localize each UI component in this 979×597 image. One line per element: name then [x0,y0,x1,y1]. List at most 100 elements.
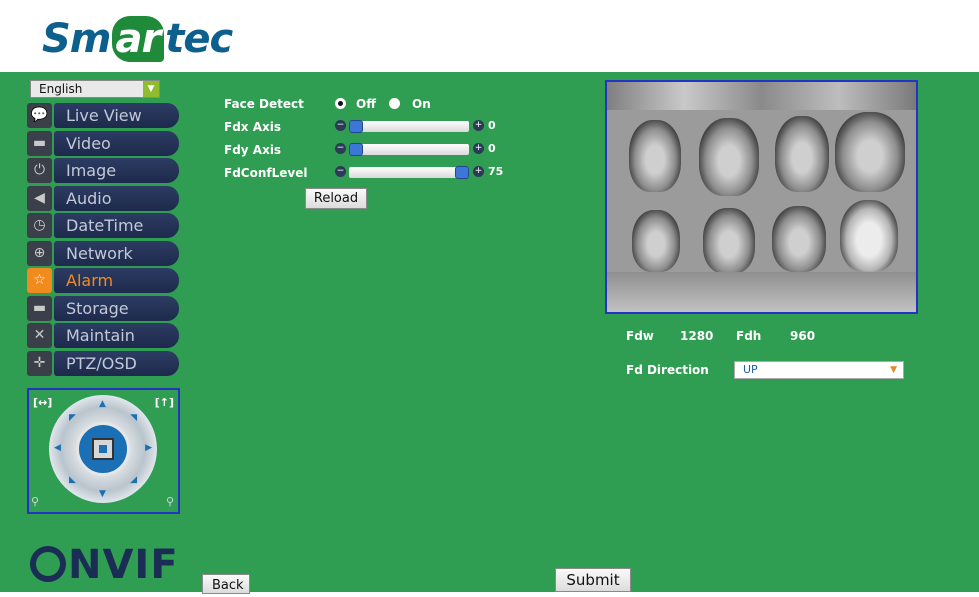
preview-face [775,116,829,192]
fdh-label: Fdh [736,329,762,343]
sidebar-item-maintain[interactable]: ✕ Maintain [27,323,179,348]
video-preview [605,80,918,314]
preview-face [632,210,680,272]
slider-thumb[interactable] [349,143,363,156]
preview-face [835,112,905,192]
minus-icon[interactable]: − [335,120,346,131]
stop-icon [92,438,114,460]
star-icon: ☆ [27,268,52,293]
sidebar-item-live-view[interactable]: 💬 Live View [27,103,179,128]
fd-conf-level-label: FdConfLevel [224,166,308,180]
minus-icon[interactable]: − [335,143,346,154]
slider-track[interactable] [349,167,469,178]
fdy-axis-label: Fdy Axis [224,143,282,157]
submit-button[interactable]: Submit [555,568,631,592]
arrow-up-right-icon[interactable]: ◥ [130,413,137,423]
face-detect-off-radio[interactable] [335,98,346,109]
home-icon[interactable]: [↑] [155,396,174,409]
arrow-up-left-icon[interactable]: ◤ [69,413,76,423]
crosshair-icon: ✛ [27,350,52,376]
arrow-down-left-icon[interactable]: ◣ [69,475,76,485]
preview-face [840,200,898,272]
slider-track[interactable] [349,121,469,132]
preview-face [629,120,681,192]
arrow-down-right-icon[interactable]: ◢ [130,475,137,485]
speaker-icon: ◀ [27,185,52,211]
preview-face [703,208,755,274]
header: Sm ar tec [0,0,979,72]
onvif-logo: NVIF [30,542,179,588]
sidebar-item-label: Network [54,240,179,266]
ptz-control: [↔] [↑] ⚲ ⚲ ▲ ▼ ◀ ▶ ◤ ◥ ◣ ◢ [27,388,180,514]
sidebar-item-label: Alarm [54,268,179,293]
fdy-axis-value: 0 [488,142,496,155]
fd-direction-select[interactable]: UP ▼ [734,361,904,379]
tools-icon: ✕ [27,323,52,348]
auto-pan-icon[interactable]: [↔] [33,396,52,409]
zoom-out-icon[interactable]: ⚲ [31,495,39,508]
onvif-logo-text: NVIF [68,542,179,588]
zoom-in-icon[interactable]: ⚲ [166,495,174,508]
sidebar-item-label: DateTime [54,213,179,238]
back-button[interactable]: Back [202,574,250,594]
preview-top-row [607,82,916,110]
globe-icon: ⊕ [27,240,52,266]
sidebar-item-label: Storage [54,295,179,321]
slider-track[interactable] [349,144,469,155]
fd-conf-level-value: 75 [488,165,504,178]
sidebar-item-label: Video [54,130,179,156]
slider-thumb[interactable] [455,166,469,179]
drive-icon: ▬ [27,295,52,321]
sidebar-item-label: Image [54,158,179,183]
sidebar-item-label: Live View [54,103,179,128]
preview-face [772,206,826,272]
preview-face [699,118,759,196]
fdw-value: 1280 [680,329,714,343]
arrow-down-icon[interactable]: ▼ [99,489,106,499]
fd-direction-selected: UP [743,363,758,376]
sidebar-item-image[interactable]: ⏻ Image [27,158,179,183]
clock-icon: ◷ [27,213,52,238]
sidebar-item-alarm[interactable]: ☆ Alarm [27,268,179,293]
fdh-value: 960 [790,329,816,343]
plus-icon[interactable]: + [473,120,484,131]
fdw-label: Fdw [626,329,654,343]
ptz-center-button[interactable] [76,422,130,476]
plus-icon[interactable]: + [473,143,484,154]
sidebar-item-label: PTZ/OSD [54,350,179,376]
arrow-right-icon[interactable]: ▶ [145,443,152,453]
face-detect-on-radio[interactable] [389,98,400,109]
face-detect-label: Face Detect [224,97,304,111]
chevron-down-icon: ▼ [890,365,897,375]
minus-icon[interactable]: − [335,166,346,177]
power-icon: ⏻ [27,158,52,183]
language-selected: English [39,82,83,96]
preview-floor [607,272,916,312]
chat-icon: 💬 [27,103,52,128]
smartec-logo: Sm ar tec [42,16,233,62]
chevron-down-icon: ▼ [143,81,159,97]
fdx-axis-value: 0 [488,119,496,132]
language-select[interactable]: English ▼ [30,80,160,98]
sidebar-item-video[interactable]: ▬ Video [27,130,179,156]
sidebar-item-ptz-osd[interactable]: ✛ PTZ/OSD [27,350,179,376]
fdx-axis-label: Fdx Axis [224,120,281,134]
sidebar-item-audio[interactable]: ◀ Audio [27,185,179,211]
sidebar-item-label: Audio [54,185,179,211]
camera-icon: ▬ [27,130,52,156]
face-detect-on-label: On [412,97,431,111]
plus-icon[interactable]: + [473,166,484,177]
sidebar-item-network[interactable]: ⊕ Network [27,240,179,266]
sidebar-item-datetime[interactable]: ◷ DateTime [27,213,179,238]
reload-button[interactable]: Reload [305,188,367,209]
arrow-up-icon[interactable]: ▲ [99,399,106,409]
main-panel: English ▼ 💬 Live View ▬ Video ⏻ Image ◀ … [0,72,979,594]
sidebar-menu: 💬 Live View ▬ Video ⏻ Image ◀ Audio ◷ Da… [27,103,179,378]
face-detect-off-label: Off [356,97,376,111]
slider-thumb[interactable] [349,120,363,133]
arrow-left-icon[interactable]: ◀ [54,443,61,453]
sidebar-item-storage[interactable]: ▬ Storage [27,295,179,321]
sidebar-item-label: Maintain [54,323,179,348]
ptz-direction-ring[interactable]: ▲ ▼ ◀ ▶ ◤ ◥ ◣ ◢ [49,395,157,503]
fd-direction-label: Fd Direction [626,363,709,377]
